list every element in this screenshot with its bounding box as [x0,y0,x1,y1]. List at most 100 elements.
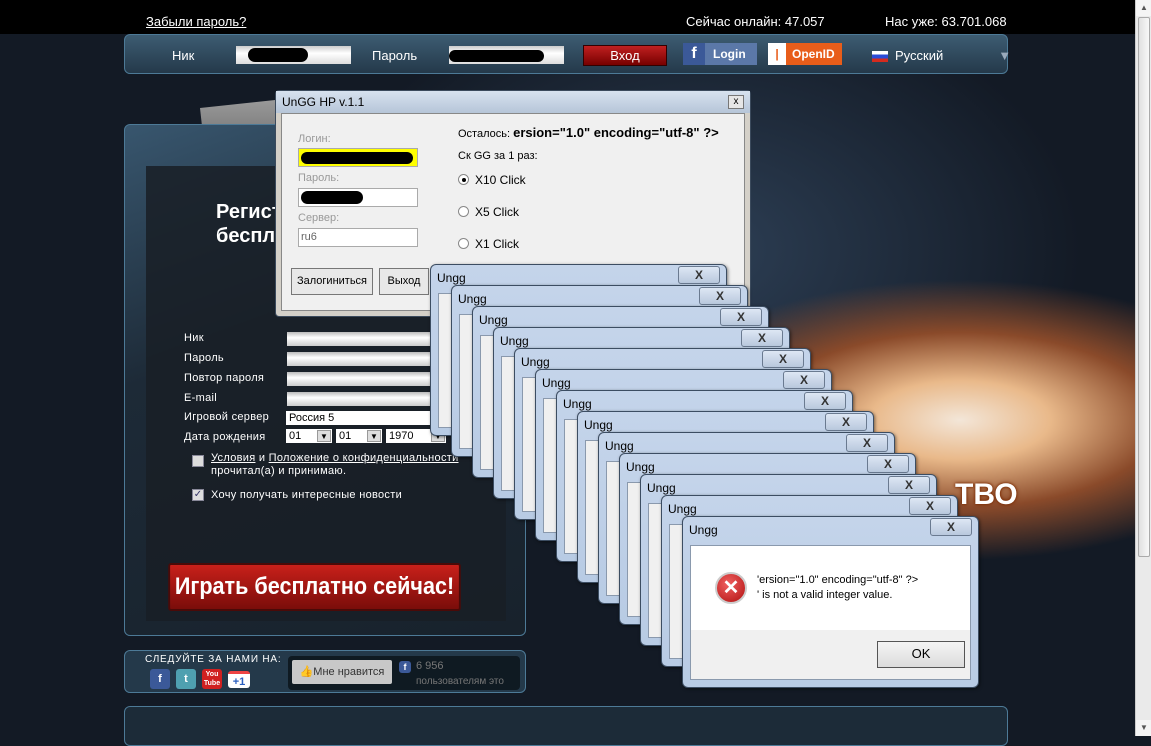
login-input[interactable] [298,148,418,167]
openid-label: OpenID [792,47,835,61]
news-checkbox[interactable]: ✓ [192,489,204,501]
birth-day-select[interactable]: 01 ▼ [286,429,332,443]
registration-title: Регистрациябесплатно [216,201,276,247]
radio-x10[interactable]: X10 Click [458,171,526,189]
close-icon[interactable]: X [762,350,804,368]
facebook-icon[interactable]: f [150,669,170,689]
total-users: Нас уже: 63.701.068 [885,14,1007,29]
password-input[interactable] [298,188,418,207]
error-message: 'ersion="1.0" encoding="utf-8" ?> ' is no… [757,574,919,601]
server-label: Игровой сервер [184,411,270,423]
birth-date-label: Дата рождения [184,431,266,443]
forgot-password-link[interactable]: Забыли пароль? [146,14,246,29]
dialog-title: Ungg [563,397,592,411]
server-select[interactable]: Россия 5 [286,411,432,425]
facebook-login-label: Login [713,47,746,61]
dialog-title: Ungg [521,355,550,369]
reg-repeat-password-input[interactable] [287,372,432,386]
chevron-down-icon: ▼ [317,430,331,442]
title-bar: UnGG HP v.1.1 x [276,91,750,113]
news-label: Хочу получать интересные новости [211,489,403,501]
password-label: Пароль: [298,172,340,184]
close-icon[interactable]: X [909,497,951,515]
follow-label: СЛЕДУЙТЕ ЗА НАМИ НА: [145,654,282,665]
dialog-title: Ungg [668,502,697,516]
close-icon[interactable]: X [825,413,867,431]
close-icon[interactable]: X [804,392,846,410]
language-label: Русский [895,48,944,63]
banner-text: ТВО [955,478,1018,511]
reg-repeat-password-label: Повтор пароля [184,372,265,384]
close-icon[interactable]: X [867,455,909,473]
close-icon[interactable]: X [678,266,720,284]
error-icon: ✕ [715,572,747,604]
reg-password-input[interactable] [287,352,432,366]
openid-button[interactable]: | OpenID [768,43,842,65]
login-button[interactable]: Залогиниться [291,268,373,295]
terms-checkbox[interactable] [192,455,204,467]
thumbs-up-icon: 👍 [299,666,314,678]
reg-password-label: Пароль [184,352,224,364]
close-icon[interactable]: X [699,287,741,305]
dialog-title: Ungg [689,523,718,537]
dialog-title: Ungg [584,418,613,432]
close-icon[interactable]: X [783,371,825,389]
exit-button[interactable]: Выход [379,268,429,295]
server-input[interactable]: ru6 [298,228,418,247]
privacy-link[interactable]: Положение о конфиденциальности [269,452,459,464]
google-plus-one-icon[interactable]: +1 [228,671,250,688]
close-icon[interactable]: X [741,329,783,347]
chevron-down-icon: ▼ [367,430,381,442]
like-text: пользователям это [416,676,504,687]
scrollbar-thumb[interactable] [1138,17,1150,557]
terms-text: Условия и Положение о конфиденциальности… [211,452,459,477]
like-button[interactable]: 👍Мне нравится [292,660,392,684]
language-select[interactable]: Русский ▼ [872,48,1011,63]
close-icon[interactable]: x [728,95,744,109]
twitter-icon[interactable]: t [176,669,196,689]
close-icon[interactable]: X [888,476,930,494]
reg-email-input[interactable] [287,392,432,406]
openid-icon: | [768,43,786,65]
terms-link[interactable]: Условия [211,452,255,464]
chevron-down-icon: ▼ [998,48,1012,63]
scrollbar[interactable]: ▲ ▼ [1135,0,1151,736]
birth-month-select[interactable]: 01 ▼ [336,429,382,443]
ok-button[interactable]: OK [877,641,965,668]
radio-x1[interactable]: X1 Click [458,235,519,253]
screenshots-panel [124,706,1008,746]
remaining-value: ersion="1.0" encoding="utf-8" ?> [513,125,719,140]
russia-flag-icon [872,51,888,63]
password-input[interactable] [449,46,564,64]
error-dialog-active: Ungg X ✕ 'ersion="1.0" encoding="utf-8" ?> '… [682,516,979,688]
nick-input[interactable] [236,46,351,64]
gg-label: Ск GG за 1 раз: [458,150,538,162]
facebook-login-button[interactable]: f Login [683,43,757,65]
scroll-up-icon[interactable]: ▲ [1136,0,1151,16]
radio-x5[interactable]: X5 Click [458,203,519,221]
dialog-title: Ungg [542,376,571,390]
reg-nick-input[interactable] [287,332,432,346]
close-icon[interactable]: X [846,434,888,452]
dialog-title: Ungg [500,334,529,348]
nick-label: Ник [172,48,195,63]
play-free-button[interactable]: Играть бесплатно сейчас! [168,563,461,611]
password-label: Пароль [372,48,418,63]
enter-button[interactable]: Вход [583,45,667,66]
like-count: 6 956 [416,660,444,672]
close-icon[interactable]: X [930,518,972,536]
scroll-down-icon[interactable]: ▼ [1136,720,1151,736]
dialog-title: Ungg [437,271,466,285]
server-label: Сервер: [298,212,340,224]
login-label: Логин: [298,133,331,145]
dialog-title: Ungg [605,439,634,453]
dialog-body: ✕ 'ersion="1.0" encoding="utf-8" ?> ' is n… [690,545,971,680]
youtube-icon[interactable]: You Tube [202,669,222,689]
dialog-title: Ungg [479,313,508,327]
dialog-title: Ungg [647,481,676,495]
window-title: UnGG HP v.1.1 [282,95,365,109]
close-icon[interactable]: X [720,308,762,326]
dialog-title: Ungg [458,292,487,306]
facebook-icon: f [683,43,705,65]
remaining-row: Осталось: ersion="1.0" encoding="utf-8" … [458,125,719,140]
